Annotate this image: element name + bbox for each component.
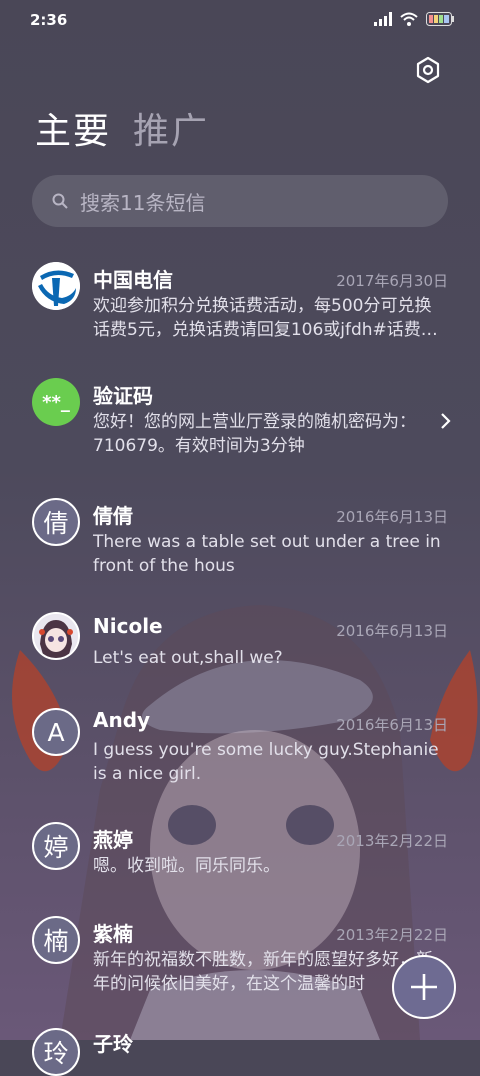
message-preview: 欢迎参加积分兑换话费活动，每500分可兑换话费5元，兑换话费请回复106或jfd… xyxy=(93,296,438,340)
avatar xyxy=(32,612,80,660)
search-icon xyxy=(52,193,68,209)
message-date: 2013年2月22日 xyxy=(336,832,448,850)
compose-button[interactable] xyxy=(392,955,456,1019)
message-date: 2013年2月22日 xyxy=(336,926,448,944)
settings-icon[interactable] xyxy=(414,56,442,84)
conversation-item[interactable]: 中国电信 2017年6月30日 欢迎参加积分兑换话费活动，每500分可兑换话费5… xyxy=(0,256,480,366)
plus-icon xyxy=(411,974,437,1000)
conversation-item[interactable]: A Andy 2016年6月13日 I guess you're some lu… xyxy=(0,702,480,812)
contact-name: Nicole xyxy=(93,614,163,638)
conversation-item[interactable]: Nicole 2016年6月13日 Let's eat out,shall we… xyxy=(0,608,480,698)
message-preview: 您好！您的网上营业厅登录的随机密码为：710679。有效时间为3分钟 xyxy=(93,412,416,456)
message-date: 2016年6月13日 xyxy=(336,622,448,640)
tab-promotions[interactable]: 推广 xyxy=(133,108,209,156)
message-date: 2016年6月13日 xyxy=(336,716,448,734)
chevron-right-icon[interactable] xyxy=(438,412,452,430)
avatar: 玲 xyxy=(32,1028,80,1076)
tab-primary[interactable]: 主要 xyxy=(35,108,111,156)
wifi-icon xyxy=(400,12,418,26)
contact-name: 中国电信 xyxy=(93,268,173,292)
contact-name: 子玲 xyxy=(93,1032,133,1056)
message-preview: 嗯。收到啦。同乐同乐。 xyxy=(93,856,280,876)
conversation-item[interactable]: 婷 燕婷 2013年2月22日 嗯。收到啦。同乐同乐。 xyxy=(0,818,480,908)
avatar xyxy=(32,262,80,310)
category-tabs: 主要 推广 xyxy=(35,108,209,156)
search-bar[interactable]: 搜索11条短信 xyxy=(32,175,448,227)
contact-name: 倩倩 xyxy=(93,504,133,528)
message-preview: Let's eat out,shall we? xyxy=(93,648,283,668)
status-icons xyxy=(374,12,454,26)
message-date: 2017年6月30日 xyxy=(336,272,448,290)
avatar-text: **_ xyxy=(42,391,70,413)
avatar: **_ xyxy=(32,378,80,426)
message-date: 2016年6月13日 xyxy=(336,508,448,526)
anime-avatar-icon xyxy=(34,614,78,658)
china-telecom-logo-icon xyxy=(32,262,80,310)
contact-name: 验证码 xyxy=(93,384,153,408)
contact-name: Andy xyxy=(93,708,151,732)
avatar: 倩 xyxy=(32,498,80,546)
status-time: 2:36 xyxy=(30,11,68,29)
avatar: 楠 xyxy=(32,916,80,964)
battery-icon xyxy=(426,12,454,26)
conversation-item[interactable]: 玲 子玲 xyxy=(0,1028,480,1076)
conversation-item[interactable]: 倩 倩倩 2016年6月13日 There was a table set ou… xyxy=(0,492,480,602)
conversation-item[interactable]: **_ 验证码 您好！您的网上营业厅登录的随机密码为：710679。有效时间为3… xyxy=(0,372,480,482)
status-bar: 2:36 xyxy=(0,0,480,40)
signal-icon xyxy=(374,12,392,26)
contact-name: 紫楠 xyxy=(93,922,133,946)
message-preview: There was a table set out under a tree i… xyxy=(93,532,441,576)
search-input[interactable]: 搜索11条短信 xyxy=(80,187,205,216)
contact-name: 燕婷 xyxy=(93,828,133,852)
message-preview: I guess you're some lucky guy.Stephanie … xyxy=(93,740,439,784)
avatar: A xyxy=(32,708,80,756)
avatar: 婷 xyxy=(32,822,80,870)
